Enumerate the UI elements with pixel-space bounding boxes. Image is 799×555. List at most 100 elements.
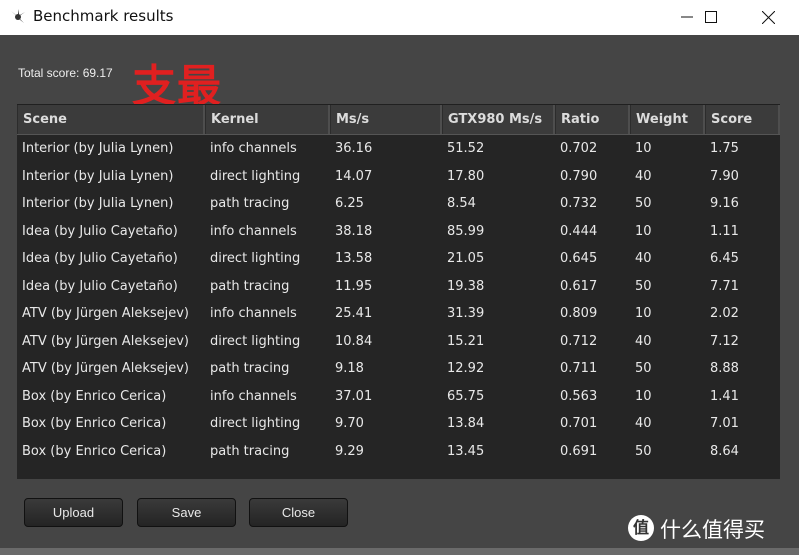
table-row[interactable]: ATV (by Jürgen Aleksejev) info channels 25… (17, 300, 780, 328)
cell-weight: 50 (635, 196, 652, 211)
cell-kernel: direct lighting (210, 333, 301, 349)
cell-score: 7.01 (710, 416, 739, 431)
close-button[interactable]: Close (249, 498, 348, 527)
cell-mss: 9.70 (335, 416, 364, 431)
total-score: Total score: 69.17 (18, 66, 113, 80)
cell-scene: ATV (by Jürgen Aleksejev) (22, 306, 189, 321)
cell-gtx980-mss: 19.38 (447, 278, 485, 294)
cell-scene: Box (by Enrico Cerica) (22, 416, 167, 431)
cell-kernel: path tracing (210, 443, 290, 459)
table-row[interactable]: Box (by Enrico Cerica) path tracing 9.29 13… (17, 438, 780, 466)
column-header-ratio[interactable]: Ratio (555, 105, 630, 134)
background-strip (0, 548, 799, 555)
title-bar: Benchmark results (0, 0, 799, 35)
cell-weight: 40 (635, 416, 652, 431)
cell-gtx980-mss: 65.75 (447, 388, 485, 404)
brand-badge-icon: 值 (628, 515, 654, 541)
cell-scene: Interior (by Julia Lynen) (22, 168, 174, 184)
cell-mss: 25.41 (335, 306, 373, 321)
table-row[interactable]: Idea (by Julio Cayetaño) path tracing 11.9… (17, 273, 780, 301)
cell-score: 7.12 (710, 333, 739, 349)
cell-score: 1.75 (710, 141, 739, 156)
cell-weight: 10 (635, 306, 652, 321)
cell-weight: 40 (635, 251, 652, 266)
table-row[interactable]: Interior (by Julia Lynen) path tracing 6.2… (17, 190, 780, 218)
cell-score: 8.64 (710, 443, 739, 459)
upload-button[interactable]: Upload (24, 498, 123, 527)
cell-mss: 11.95 (335, 278, 373, 294)
cell-ratio: 0.563 (560, 388, 598, 404)
cell-ratio: 0.701 (560, 416, 598, 431)
cell-scene: Idea (by Julio Cayetaño) (22, 223, 178, 239)
cell-ratio: 0.617 (560, 278, 598, 294)
cell-weight: 50 (635, 361, 652, 376)
cell-weight: 50 (635, 443, 652, 459)
cell-kernel: info channels (210, 223, 297, 239)
cell-mss: 10.84 (335, 333, 373, 349)
cell-kernel: info channels (210, 306, 297, 321)
cell-score: 9.16 (710, 196, 739, 211)
cell-mss: 9.29 (335, 443, 364, 459)
cell-ratio: 0.444 (560, 223, 598, 239)
cell-ratio: 0.732 (560, 196, 598, 211)
cell-score: 7.90 (710, 168, 739, 184)
cell-score: 1.11 (710, 223, 739, 239)
cell-weight: 10 (635, 141, 652, 156)
cell-mss: 13.58 (335, 251, 373, 266)
cell-mss: 38.18 (335, 223, 373, 239)
column-header-mss[interactable]: Ms/s (330, 105, 442, 134)
cell-scene: ATV (by Jürgen Aleksejev) (22, 333, 189, 349)
cell-score: 7.71 (710, 278, 739, 294)
cell-ratio: 0.711 (560, 361, 598, 376)
table-row[interactable]: Interior (by Julia Lynen) info channels 36… (17, 135, 780, 163)
cell-weight: 40 (635, 168, 652, 184)
cell-ratio: 0.691 (560, 443, 598, 459)
column-header-gtx980-mss[interactable]: GTX980 Ms/s (442, 105, 555, 134)
column-header-kernel[interactable]: Kernel (205, 105, 330, 134)
cell-kernel: path tracing (210, 361, 290, 376)
cell-gtx980-mss: 8.54 (447, 196, 476, 211)
cell-score: 2.02 (710, 306, 739, 321)
column-header-scene[interactable]: Scene (17, 105, 205, 134)
cell-gtx980-mss: 12.92 (447, 361, 485, 376)
column-header-weight[interactable]: Weight (630, 105, 705, 134)
table-row[interactable]: Idea (by Julio Cayetaño) direct lighting 1… (17, 245, 780, 273)
cell-gtx980-mss: 13.45 (447, 443, 485, 459)
cell-gtx980-mss: 13.84 (447, 416, 485, 431)
cell-gtx980-mss: 15.21 (447, 333, 485, 349)
cell-weight: 40 (635, 333, 652, 349)
cell-kernel: direct lighting (210, 168, 301, 184)
cell-mss: 14.07 (335, 168, 373, 184)
table-row[interactable]: Idea (by Julio Cayetaño) info channels 38.… (17, 218, 780, 246)
cell-mss: 36.16 (335, 141, 373, 156)
cell-scene: Box (by Enrico Cerica) (22, 388, 167, 404)
table-row[interactable]: ATV (by Jürgen Aleksejev) path tracing 9.1… (17, 355, 780, 383)
cell-score: 6.45 (710, 251, 739, 266)
window-title: Benchmark results (33, 7, 174, 25)
cell-kernel: path tracing (210, 196, 290, 211)
cell-mss: 6.25 (335, 196, 364, 211)
maximize-button[interactable] (688, 0, 734, 35)
cell-scene: Idea (by Julio Cayetaño) (22, 278, 178, 294)
table-row[interactable]: Interior (by Julia Lynen) direct lighting… (17, 163, 780, 191)
octane-logo-icon (9, 8, 27, 26)
cell-ratio: 0.809 (560, 306, 598, 321)
cell-ratio: 0.790 (560, 168, 598, 184)
cell-kernel: direct lighting (210, 416, 301, 431)
cell-score: 1.41 (710, 388, 739, 404)
cell-gtx980-mss: 51.52 (447, 141, 485, 156)
cell-kernel: direct lighting (210, 251, 301, 266)
save-button[interactable]: Save (137, 498, 236, 527)
maximize-icon (705, 11, 717, 23)
table-row[interactable]: Box (by Enrico Cerica) direct lighting 9.7… (17, 410, 780, 438)
close-window-button[interactable] (745, 0, 791, 35)
cell-kernel: info channels (210, 141, 297, 156)
cell-weight: 50 (635, 278, 652, 294)
results-table: Scene Kernel Ms/s GTX980 Ms/s Ratio Weight Sco… (17, 104, 780, 479)
table-row[interactable]: Box (by Enrico Cerica) info channels 37.01… (17, 383, 780, 411)
column-header-score[interactable]: Score (705, 105, 780, 134)
table-row[interactable]: ATV (by Jürgen Aleksejev) direct lighting… (17, 328, 780, 356)
cell-mss: 9.18 (335, 361, 364, 376)
cell-weight: 10 (635, 388, 652, 404)
cell-ratio: 0.702 (560, 141, 598, 156)
